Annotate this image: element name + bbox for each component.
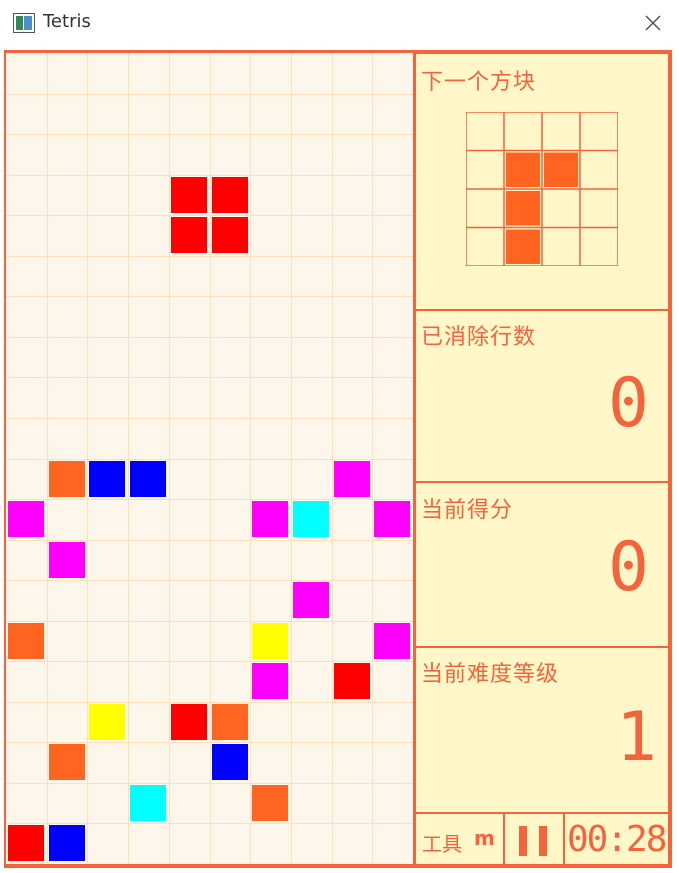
section-divider — [416, 646, 668, 648]
grid-line — [6, 459, 413, 460]
settled-block — [334, 663, 370, 699]
grid-line — [6, 661, 413, 662]
pause-icon — [519, 826, 527, 856]
tools-menu-button[interactable]: 工具 m — [418, 818, 502, 862]
level-label: 当前难度等级 — [421, 662, 560, 687]
grid-line — [6, 215, 413, 216]
settled-block — [171, 704, 207, 740]
settled-block — [374, 623, 410, 659]
grid-line — [6, 823, 413, 824]
toolbar-divider — [563, 814, 565, 864]
settled-block — [8, 825, 44, 861]
grid-line — [6, 580, 413, 581]
tools-label: 工具 — [422, 832, 462, 856]
settled-block — [252, 785, 288, 821]
settled-block — [49, 825, 85, 861]
score-value: 0 — [608, 528, 649, 607]
window-title: Tetris — [43, 11, 91, 32]
settled-block — [212, 704, 248, 740]
grid-line — [6, 702, 413, 703]
settled-block — [374, 501, 410, 537]
lines-cleared-value: 0 — [608, 364, 649, 443]
settled-block — [89, 704, 125, 740]
title-bar: Tetris — [0, 0, 679, 46]
settled-block — [252, 623, 288, 659]
section-divider — [416, 812, 668, 814]
falling-block — [171, 177, 207, 213]
level-value: 1 — [616, 698, 657, 777]
section-divider — [416, 309, 668, 311]
next-piece-block — [506, 191, 540, 226]
grid-line — [6, 742, 413, 743]
grid-line — [6, 621, 413, 622]
pause-button[interactable] — [507, 818, 561, 862]
section-divider — [416, 481, 668, 483]
grid-line — [6, 783, 413, 784]
next-piece-block — [506, 229, 540, 264]
toolbar-divider — [503, 814, 505, 864]
panel-divider — [413, 53, 416, 864]
settled-block — [49, 461, 85, 497]
falling-block — [212, 217, 248, 253]
settled-block — [252, 663, 288, 699]
settled-block — [334, 461, 370, 497]
settled-block — [130, 785, 166, 821]
next-piece-label: 下一个方块 — [421, 70, 537, 95]
falling-block — [171, 217, 207, 253]
settled-block — [293, 501, 329, 537]
pause-icon — [539, 826, 547, 856]
grid-line — [6, 377, 413, 378]
next-piece-block — [544, 152, 578, 187]
lines-cleared-label: 已消除行数 — [421, 325, 537, 350]
close-icon[interactable] — [636, 6, 670, 40]
next-piece-preview — [466, 112, 618, 266]
grid-line — [6, 418, 413, 419]
game-timer: 00:28 — [567, 819, 667, 860]
falling-block — [212, 177, 248, 213]
tools-shortcut-key: m — [474, 826, 495, 850]
settled-block — [49, 542, 85, 578]
score-label: 当前得分 — [421, 498, 514, 523]
grid-line — [6, 175, 413, 176]
next-piece-block — [506, 152, 540, 187]
grid-line — [6, 256, 413, 257]
grid-line — [6, 337, 413, 338]
settled-block — [252, 501, 288, 537]
settled-block — [49, 744, 85, 780]
grid-line — [6, 94, 413, 95]
grid-line — [6, 540, 413, 541]
grid-line — [6, 296, 413, 297]
grid-line — [6, 499, 413, 500]
settled-block — [212, 744, 248, 780]
settled-block — [89, 461, 125, 497]
settled-block — [130, 461, 166, 497]
settled-block — [8, 501, 44, 537]
settled-block — [293, 582, 329, 618]
grid-line — [6, 134, 413, 135]
settled-block — [8, 623, 44, 659]
tetris-app-icon — [13, 13, 35, 33]
